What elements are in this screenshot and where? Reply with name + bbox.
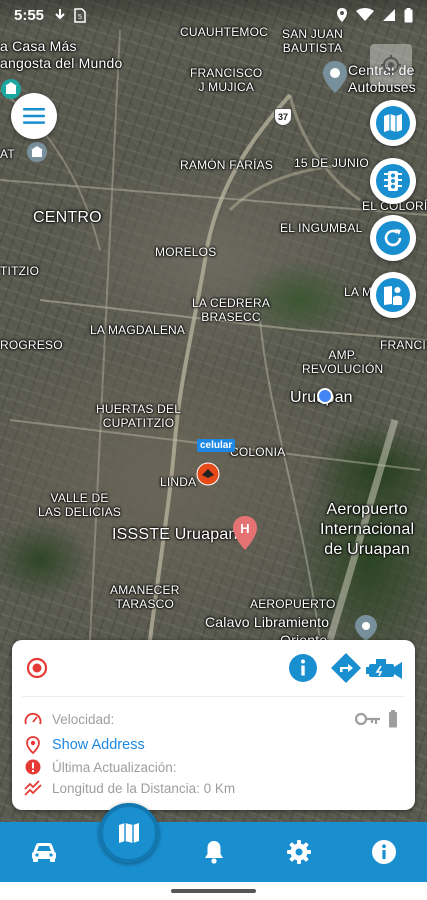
card-header (12, 640, 415, 696)
distance-label: Longitud de la Distancia: 0 Km (52, 780, 236, 796)
hospital-pin-icon[interactable]: H (232, 515, 258, 551)
museum-pin-icon[interactable] (0, 78, 22, 100)
street-view-icon (376, 278, 410, 312)
info-icon (372, 840, 396, 864)
map-label-san-juan: SAN JUAN BAUTISTA (282, 27, 343, 55)
speed-label: Velocidad: (52, 711, 115, 727)
battery-icon (404, 7, 413, 22)
location-icon (337, 8, 347, 22)
map-label-francisco: FRANCISCO J MUJICA (190, 66, 263, 94)
map-label-huertas: HUERTAS DEL CUPATITZIO (96, 402, 182, 430)
bus-station-pin-icon[interactable] (322, 60, 348, 94)
directions-icon[interactable] (330, 652, 362, 684)
map-label-valle: VALLE DE LAS DELICIAS (38, 491, 122, 519)
wifi-icon (356, 8, 374, 21)
speed-row: Velocidad: (24, 710, 114, 728)
map-label-issste: ISSSTE Uruapan (112, 526, 238, 543)
gear-icon (287, 840, 311, 864)
refresh-button[interactable] (370, 215, 416, 261)
map-type-button[interactable] (370, 100, 416, 146)
last-update-row: Última Actualización: (24, 758, 177, 776)
calavo-pin-icon[interactable] (354, 614, 378, 642)
nav-notifications[interactable] (184, 822, 244, 882)
address-pin-icon (26, 736, 40, 754)
nav-settings[interactable] (269, 822, 329, 882)
route-icon (24, 780, 42, 796)
svg-text:5: 5 (78, 14, 82, 21)
map-label-aeropuerto-internacional: Aeropuerto Internacional de Uruapan (320, 501, 415, 558)
map-label-morelos: MORELOS (155, 245, 217, 259)
bottom-navigation (0, 822, 427, 882)
alert-icon (25, 759, 41, 775)
highway-shield: 37 (274, 108, 292, 126)
map-label-at: AT (0, 147, 15, 161)
traffic-light-icon (376, 164, 410, 198)
landmark-pin-icon[interactable] (26, 141, 48, 163)
compass-button[interactable] (370, 44, 412, 86)
signal-icon (383, 9, 395, 21)
celular-badge: celular (197, 439, 236, 452)
key-icon (355, 712, 380, 726)
status-bar: 5:55 5 (0, 0, 427, 30)
map-label-amanecer: AMANECER TARASCO (110, 583, 180, 611)
show-address-link[interactable]: Show Address (52, 737, 145, 753)
info-icon[interactable] (288, 653, 318, 683)
map-label-linda: LINDA (160, 475, 197, 489)
current-location-dot (317, 388, 333, 404)
bell-icon (205, 841, 223, 864)
battery-small-icon (389, 710, 397, 728)
svg-text:H: H (240, 521, 249, 536)
nav-vehicles[interactable] (14, 822, 74, 882)
menu-icon (23, 108, 45, 124)
last-update-label: Última Actualización: (52, 759, 177, 775)
map-label-magdalena: LA MAGDALENA (90, 323, 186, 337)
map-label-quince-junio: 15 DE JUNIO (294, 156, 369, 170)
distance-row: Longitud de la Distancia: 0 Km (24, 779, 235, 797)
traffic-button[interactable] (370, 158, 416, 204)
refresh-icon (376, 221, 410, 255)
speedometer-icon (24, 712, 42, 725)
map-label-amp-revolucion: AMP. REVOLUCIÓN (302, 348, 384, 376)
nav-info[interactable] (354, 822, 414, 882)
map-label-cedrera: LA CEDRERA BRASECC (192, 296, 271, 324)
poi-marker-icon[interactable] (196, 462, 220, 486)
map-label-el-ingumbal: EL INGUMBAL (280, 221, 363, 235)
map-label-casa-mas: a Casa Más angosta del Mundo (0, 38, 123, 71)
street-view-button[interactable] (370, 272, 416, 318)
compass-icon (381, 55, 401, 75)
download-icon (55, 9, 65, 20)
map-label-calavo: Calavo Libramiento (205, 614, 330, 630)
vehicle-info-card: Velocidad: Show Address Última Actualiza… (12, 640, 415, 810)
map-label-colonia: COLONIA (230, 445, 286, 459)
map-icon (119, 823, 139, 843)
record-icon[interactable] (26, 657, 48, 679)
sim-icon: 5 (74, 7, 86, 23)
status-time: 5:55 (14, 6, 45, 24)
map-label-progreso: ROGRESO (0, 338, 63, 352)
card-divider (22, 696, 405, 697)
map-label-francis: FRANCIS (380, 338, 427, 352)
address-row[interactable]: Show Address (24, 736, 145, 754)
gesture-handle[interactable] (171, 889, 256, 893)
map-label-aeropuerto: AEROPUERTO (250, 597, 336, 611)
car-icon (32, 843, 56, 862)
menu-button[interactable] (11, 93, 57, 139)
map-icon (376, 106, 410, 140)
map-label-ramon: RAMÓN FARÍAS (180, 158, 274, 172)
map-label-centro: CENTRO (33, 209, 102, 226)
engine-icon[interactable] (366, 655, 406, 681)
nav-map[interactable] (99, 803, 159, 863)
map-label-titzio: TITZIO (0, 264, 40, 278)
